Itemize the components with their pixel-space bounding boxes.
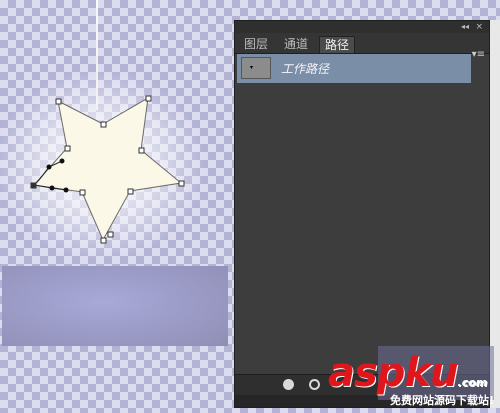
stroke-path-icon[interactable] — [309, 379, 320, 390]
path-thumbnail: ▾ — [241, 57, 271, 79]
tab-channels[interactable]: 通道 — [279, 36, 313, 53]
anchor-point[interactable] — [79, 189, 86, 196]
handle-point[interactable] — [46, 164, 52, 170]
tab-paths[interactable]: 路径 — [319, 36, 356, 53]
anchor-point[interactable] — [127, 188, 134, 195]
glow-layer — [2, 266, 228, 346]
anchor-point[interactable] — [100, 237, 107, 244]
collapse-panel-icon[interactable]: ◂◂ — [461, 21, 469, 33]
watermark-logo-suffix: .com — [457, 376, 488, 389]
handle-point[interactable] — [63, 187, 69, 193]
panel-tabs: 图层 通道 路径 ▾≡ — [235, 33, 489, 60]
anchor-point[interactable] — [138, 147, 145, 154]
anchor-point[interactable] — [64, 145, 71, 152]
watermark-subtitle: 免费网站源码下载站! — [390, 394, 495, 407]
path-item-work-path[interactable]: ▾ 工作路径 — [237, 54, 471, 83]
anchor-point[interactable] — [145, 95, 152, 102]
path-name: 工作路径 — [281, 62, 330, 76]
panel-titlebar[interactable]: ◂◂ × — [235, 21, 489, 33]
handle-point[interactable] — [59, 158, 65, 164]
anchor-point[interactable] — [100, 121, 107, 128]
anchor-point[interactable] — [178, 180, 185, 187]
fill-path-icon[interactable] — [283, 379, 294, 390]
anchor-point[interactable] — [55, 98, 62, 105]
close-panel-icon[interactable]: × — [475, 21, 483, 33]
tab-layers[interactable]: 图层 — [239, 36, 273, 53]
panel-menu-icon[interactable]: ▾≡ — [472, 49, 485, 60]
handle-point[interactable] — [49, 185, 55, 191]
anchor-point[interactable] — [107, 231, 114, 238]
anchor-point-selected[interactable] — [30, 182, 37, 189]
star-shape[interactable] — [0, 0, 234, 260]
watermark-logo-text: aspku — [328, 350, 459, 396]
path-thumbnail-mark: ▾ — [250, 64, 254, 71]
